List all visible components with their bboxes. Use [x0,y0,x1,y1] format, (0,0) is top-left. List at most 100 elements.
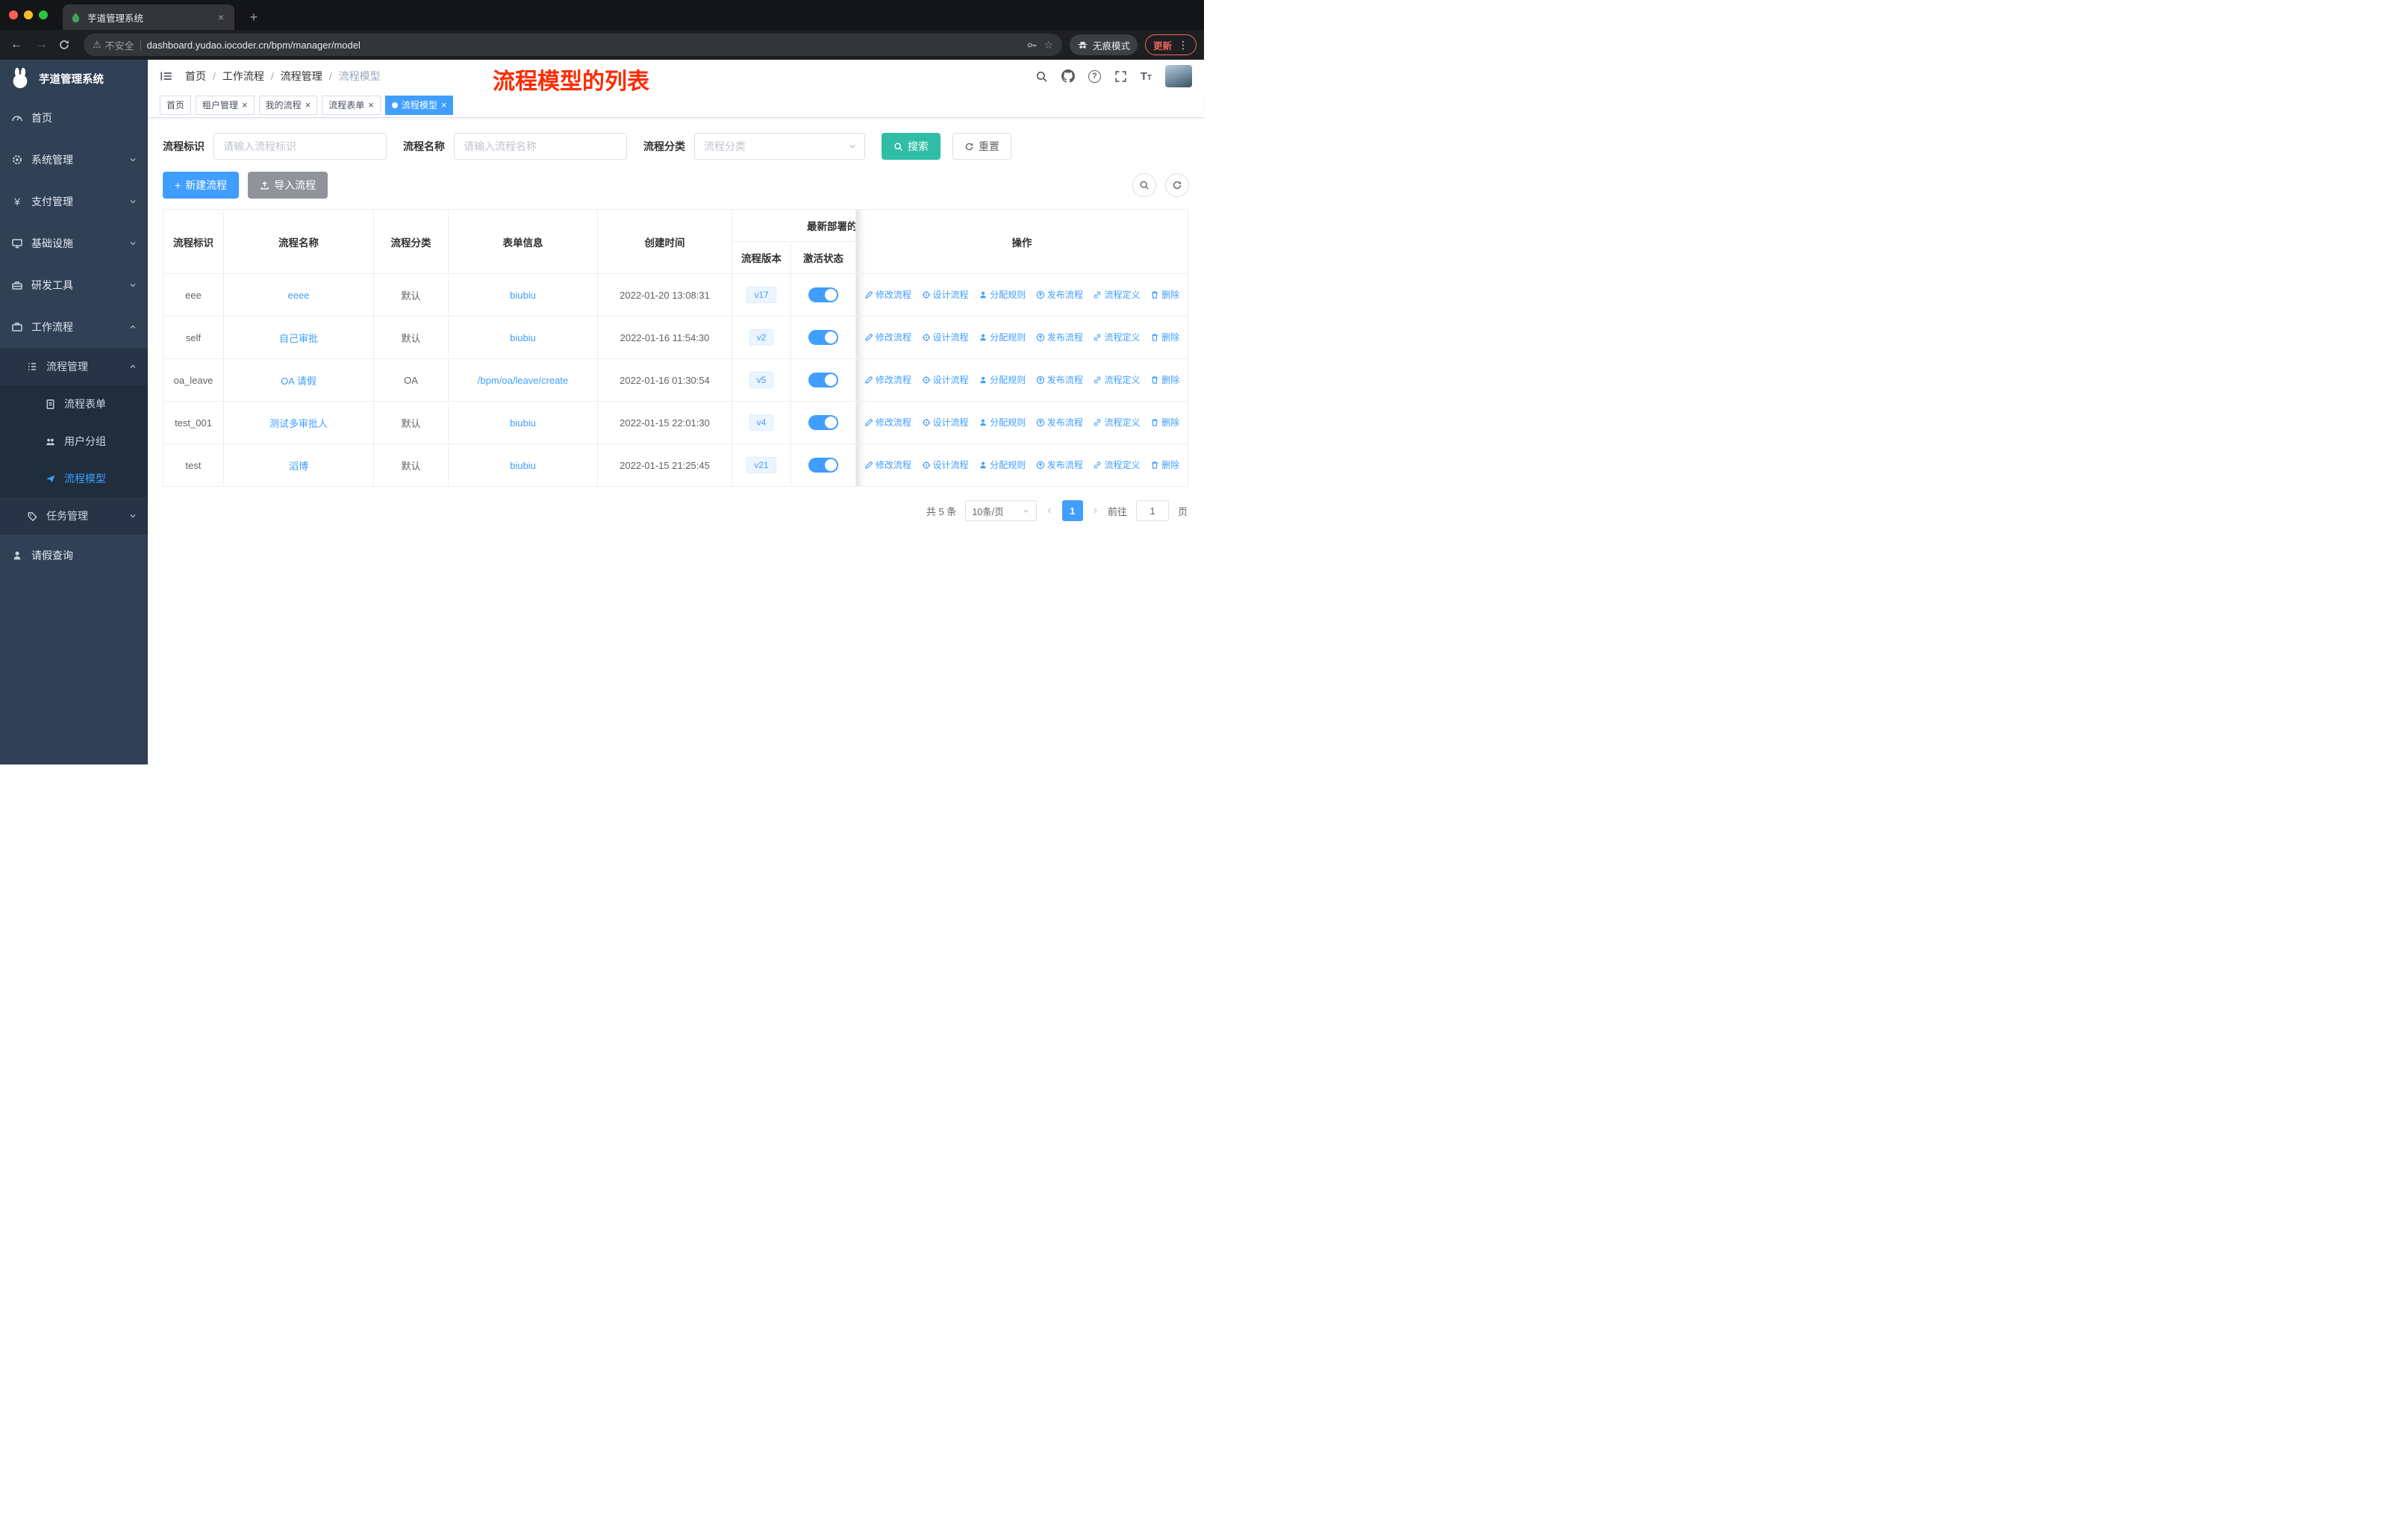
create-process-button[interactable]: + 新建流程 [163,172,240,199]
import-process-button[interactable]: 导入流程 [248,172,328,199]
forward-icon[interactable]: → [33,38,51,52]
action-delete[interactable]: 删除 [1150,416,1179,429]
action-design-process[interactable]: 设计流程 [922,416,969,429]
font-size-icon[interactable]: TT [1141,70,1152,83]
active-toggle[interactable] [808,330,838,345]
action-publish-process[interactable]: 发布流程 [1036,458,1083,471]
close-icon[interactable]: × [441,100,447,110]
action-assign-rules[interactable]: 分配规则 [979,331,1026,343]
browser-menu-icon[interactable]: ⋮ [1178,39,1188,52]
reset-button[interactable]: 重置 [952,133,1011,160]
tag-my-process[interactable]: 我的流程 × [258,95,318,115]
back-icon[interactable]: ← [7,38,25,52]
action-delete[interactable]: 删除 [1150,331,1179,343]
action-assign-rules[interactable]: 分配规则 [979,416,1026,429]
table-refresh-button[interactable] [1165,173,1189,197]
breadcrumb-home[interactable]: 首页 [185,69,206,84]
table-search-button[interactable] [1132,173,1156,197]
prev-page-icon[interactable]: ‹ [1046,504,1052,517]
search-icon[interactable] [1035,70,1048,83]
action-publish-process[interactable]: 发布流程 [1036,288,1083,301]
tab-close-icon[interactable]: × [215,11,227,23]
action-publish-process[interactable]: 发布流程 [1036,331,1083,343]
sidebar-item-infra[interactable]: 基础设施 [0,222,148,264]
action-design-process[interactable]: 设计流程 [922,288,969,301]
address-bar[interactable]: ⚠ 不安全 dashboard.yudao.iocoder.cn/bpm/man… [84,34,1062,56]
tag-home[interactable]: 首页 [160,95,192,115]
action-publish-process[interactable]: 发布流程 [1036,373,1083,386]
sidebar-item-payment[interactable]: ¥ 支付管理 [0,181,148,222]
search-button[interactable]: 搜索 [882,133,941,160]
active-toggle[interactable] [808,415,838,430]
update-chrome-button[interactable]: 更新 ⋮ [1144,34,1197,55]
active-toggle[interactable] [808,373,838,387]
action-assign-rules[interactable]: 分配规则 [979,288,1026,301]
form-info-link[interactable]: biubiu [510,290,536,301]
tag-process-form[interactable]: 流程表单 × [322,95,381,115]
close-icon[interactable]: × [368,100,374,110]
sidebar-item-leave-query[interactable]: 请假查询 [0,535,148,576]
process-name-link[interactable]: 滔博 [289,461,308,472]
password-key-icon[interactable] [1026,40,1038,51]
page-number-current[interactable]: 1 [1061,500,1083,521]
action-delete[interactable]: 删除 [1150,458,1179,471]
sidebar-toggle-icon[interactable] [160,69,173,83]
process-name-link[interactable]: OA 请假 [281,376,316,387]
action-design-process[interactable]: 设计流程 [922,373,969,386]
close-icon[interactable]: × [305,100,311,110]
action-process-definition[interactable]: 流程定义 [1093,288,1140,301]
breadcrumb-workflow[interactable]: 工作流程 [222,69,264,84]
action-process-definition[interactable]: 流程定义 [1093,331,1140,343]
process-id-input[interactable] [213,133,387,160]
action-edit-process[interactable]: 修改流程 [864,416,911,429]
sidebar-item-system[interactable]: 系统管理 [0,139,148,181]
active-toggle[interactable] [808,458,838,473]
browser-tab[interactable]: 芋道管理系统 × [63,4,234,30]
form-info-link[interactable]: biubiu [510,332,536,343]
action-delete[interactable]: 删除 [1150,373,1179,386]
action-edit-process[interactable]: 修改流程 [864,458,911,471]
close-icon[interactable]: × [242,100,248,110]
action-delete[interactable]: 删除 [1150,288,1179,301]
github-icon[interactable] [1061,69,1075,83]
process-name-input[interactable] [454,133,627,160]
category-select[interactable]: 流程分类 [694,133,865,160]
new-tab-button[interactable]: + [245,10,263,25]
page-size-select[interactable]: 10条/页 [965,500,1038,521]
process-name-link[interactable]: 自己审批 [279,333,318,344]
sidebar-item-workflow[interactable]: 工作流程 [0,306,148,348]
security-indicator[interactable]: ⚠ 不安全 [93,38,134,52]
action-design-process[interactable]: 设计流程 [922,458,969,471]
sidebar-item-home[interactable]: 首页 [0,97,148,139]
form-info-link[interactable]: biubiu [510,460,536,471]
action-assign-rules[interactable]: 分配规则 [979,458,1026,471]
bookmark-star-icon[interactable]: ☆ [1044,39,1053,52]
active-toggle[interactable] [808,287,838,302]
goto-page-input[interactable] [1135,500,1169,521]
sidebar-item-process-mgmt[interactable]: 流程管理 [0,348,148,385]
action-publish-process[interactable]: 发布流程 [1036,416,1083,429]
action-design-process[interactable]: 设计流程 [922,331,969,343]
action-assign-rules[interactable]: 分配规则 [979,373,1026,386]
help-icon[interactable]: ? [1088,69,1101,83]
sidebar-item-devtools[interactable]: 研发工具 [0,264,148,306]
reload-icon[interactable] [58,39,76,51]
breadcrumb-process-mgmt[interactable]: 流程管理 [281,69,322,84]
action-edit-process[interactable]: 修改流程 [864,331,911,343]
tag-tenant[interactable]: 租户管理 × [196,95,255,115]
sidebar-item-task-mgmt[interactable]: 任务管理 [0,497,148,535]
window-close-button[interactable] [9,10,18,19]
user-avatar[interactable] [1165,65,1192,87]
form-info-link[interactable]: /bpm/oa/leave/create [478,375,568,386]
process-name-link[interactable]: eeee [288,290,310,301]
next-page-icon[interactable]: › [1092,504,1099,517]
sidebar-item-process-form[interactable]: 流程表单 [0,385,148,423]
window-minimize-button[interactable] [24,10,33,19]
window-zoom-button[interactable] [39,10,48,19]
action-process-definition[interactable]: 流程定义 [1093,458,1140,471]
action-process-definition[interactable]: 流程定义 [1093,416,1140,429]
process-name-link[interactable]: 测试多审批人 [269,418,328,429]
sidebar-item-user-group[interactable]: 用户分组 [0,423,148,460]
fullscreen-icon[interactable] [1114,70,1127,83]
action-process-definition[interactable]: 流程定义 [1093,373,1140,386]
